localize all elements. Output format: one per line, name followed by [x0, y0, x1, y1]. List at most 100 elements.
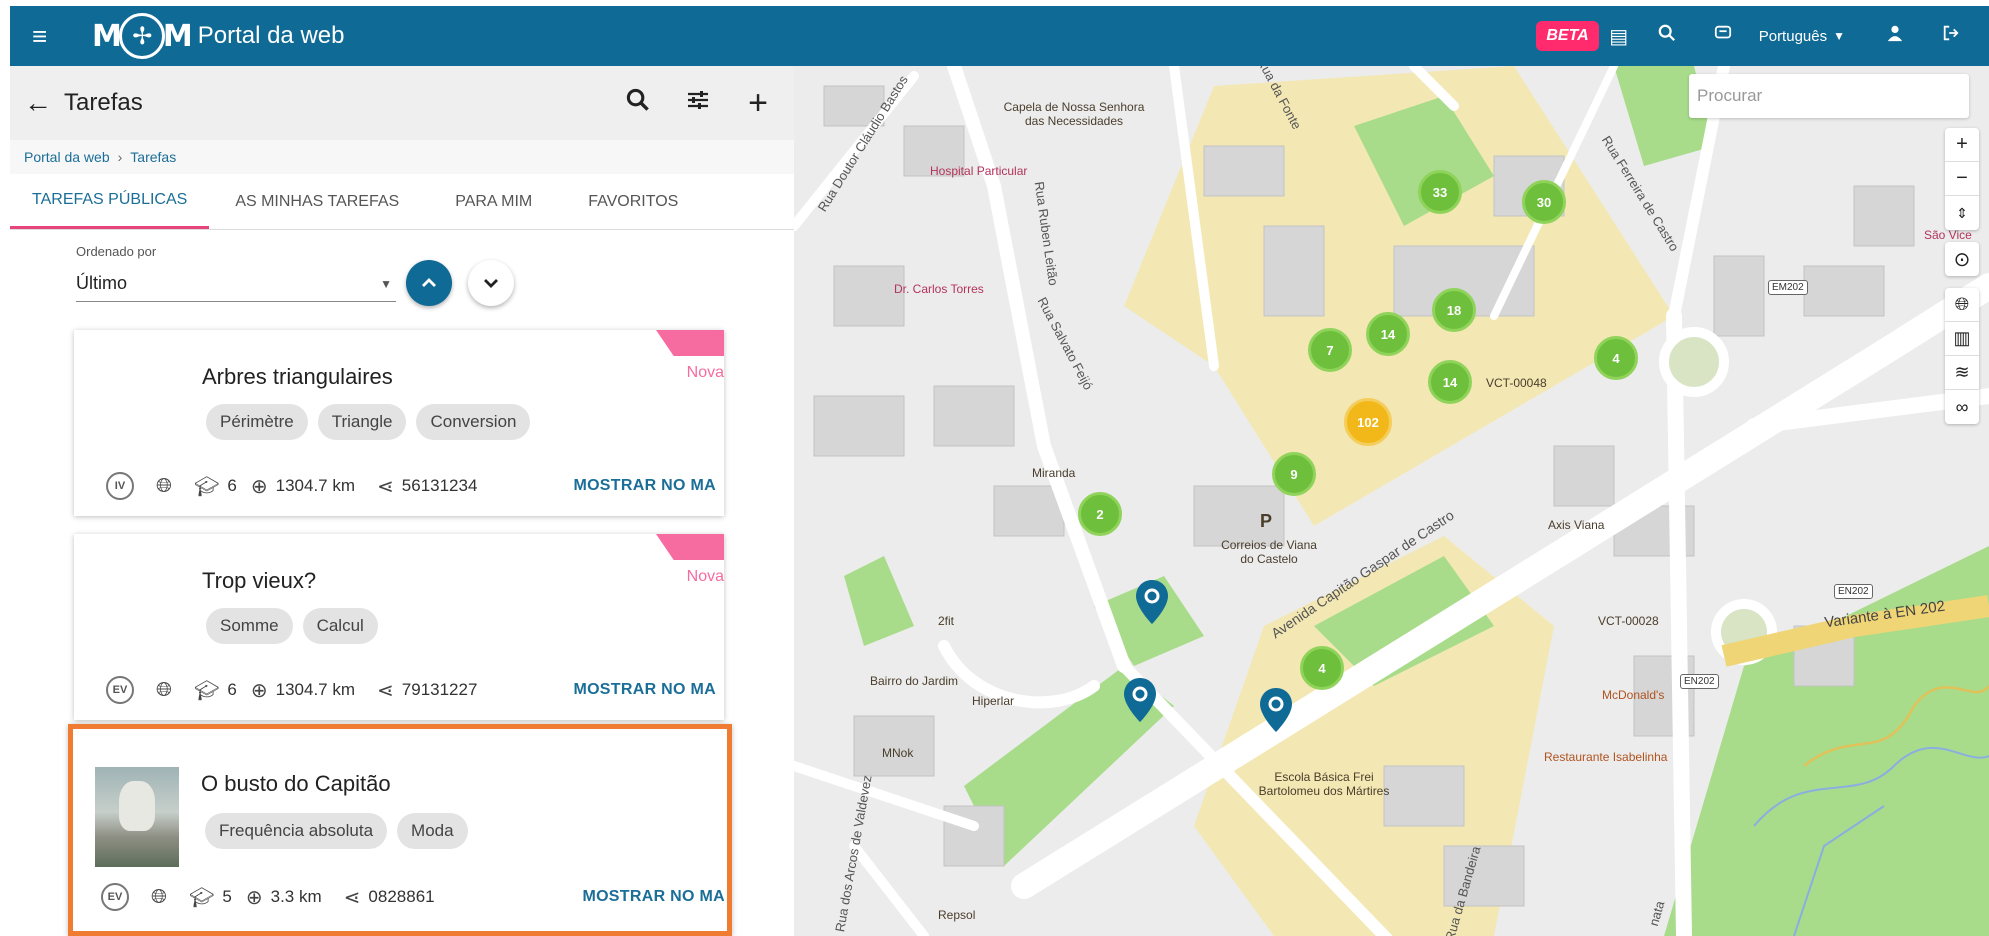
language-selector[interactable]: Português — [1759, 28, 1827, 45]
graduation-cap-icon: 🎓︎ — [189, 886, 215, 909]
vct28-label: VCT-00028 — [1598, 614, 1659, 628]
task-tag: Moda — [397, 813, 468, 849]
top-bar: ≡ M ✢ M Portal da web BETA ▤ Português ▼ — [10, 6, 1989, 66]
repsol-label: Repsol — [938, 908, 976, 922]
tab-public-tasks[interactable]: TAREFAS PÚBLICAS — [10, 174, 210, 229]
user-icon[interactable] — [1867, 24, 1923, 48]
sort-ascending-button[interactable] — [406, 260, 452, 306]
sort-select[interactable]: Último ▼ — [76, 266, 396, 302]
task-panel: ← Tarefas + Portal da web › Tarefas TARE… — [10, 66, 794, 936]
globe-icon: 🌐︎ — [156, 678, 172, 701]
tab-favorites[interactable]: FAVORITOS — [554, 174, 700, 229]
task-cluster[interactable]: 4 — [1300, 646, 1344, 690]
task-cluster[interactable]: 33 — [1418, 170, 1462, 214]
tab-for-me[interactable]: PARA MIM — [421, 174, 554, 229]
share-icon: ⋖ — [377, 475, 394, 498]
filter-icon[interactable] — [668, 88, 728, 119]
level-badge: EV — [106, 676, 134, 704]
task-cluster[interactable]: 9 — [1272, 452, 1316, 496]
logo-mark: M ✢ M — [92, 13, 193, 59]
layers-icon[interactable]: ≋ — [1945, 356, 1979, 390]
target-icon: ⊕ — [245, 886, 263, 909]
grade-value: 5 — [222, 887, 232, 906]
hospital-label: Hospital Particular — [930, 164, 1028, 178]
tab-my-tasks[interactable]: AS MINHAS TAREFAS — [209, 174, 421, 229]
map-search-input[interactable] — [1689, 74, 1969, 118]
globe-icon: 🌐︎ — [156, 474, 172, 497]
zoom-out-button[interactable]: − — [1945, 162, 1979, 196]
logo-letter-right: M — [162, 18, 193, 54]
breadcrumb-link-portal[interactable]: Portal da web — [24, 149, 110, 165]
map-tools: 🌐︎ ▥ ≋ ∞ — [1945, 288, 1979, 424]
task-meta: EV 🌐︎ 🎓︎ 5 ⊕ 3.3 km ⋖ 0828861 MOSTRAR NO… — [101, 883, 725, 911]
sort-label: Ordenado por — [76, 244, 157, 259]
breadcrumb-link-tarefas[interactable]: Tarefas — [130, 149, 176, 165]
task-cluster[interactable]: 14 — [1428, 360, 1472, 404]
chevron-down-icon[interactable]: ▼ — [1833, 29, 1845, 43]
axis-label: Axis Viana — [1548, 518, 1605, 532]
app-title: Portal da web — [197, 22, 345, 49]
show-on-map-button[interactable]: MOSTRAR NO MA — [573, 681, 716, 699]
task-tag: Triangle — [317, 404, 407, 440]
back-arrow-icon[interactable]: ← — [24, 87, 64, 119]
add-icon[interactable]: + — [728, 84, 788, 123]
task-tags: Frequência absoluta Moda — [205, 813, 468, 849]
task-meta: IV 🌐︎ 🎓︎ 6 ⊕ 1304.7 km ⋖ 56131234 MOSTRA… — [106, 472, 716, 500]
task-tag: Frequência absoluta — [205, 813, 388, 849]
target-icon: ⊕ — [250, 475, 268, 498]
task-code: 0828861 — [368, 887, 435, 906]
task-cluster[interactable]: 7 — [1308, 328, 1352, 372]
zoom-in-button[interactable]: + — [1945, 128, 1979, 162]
map-pin-icon[interactable] — [1258, 686, 1294, 734]
document-icon[interactable]: ▤ — [1599, 24, 1639, 49]
task-cluster[interactable]: 2 — [1078, 492, 1122, 536]
task-tag: Calcul — [302, 608, 378, 644]
vct48-label: VCT-00048 — [1486, 376, 1547, 390]
map-view[interactable]: Capela de Nossa Senhora das Necessidades… — [794, 66, 1989, 936]
show-on-map-button[interactable]: MOSTRAR NO MA — [573, 477, 716, 495]
map-pin-icon[interactable] — [1134, 578, 1170, 626]
task-cluster[interactable]: 30 — [1522, 180, 1566, 224]
level-badge: EV — [101, 883, 129, 911]
logout-icon[interactable] — [1923, 24, 1979, 48]
task-title: Trop vieux? — [202, 568, 317, 593]
compass-icon: ✢ — [118, 13, 165, 59]
locate-control: ⊙ — [1945, 242, 1979, 276]
search-icon[interactable] — [1639, 24, 1695, 48]
chat-icon[interactable] — [1695, 24, 1751, 48]
task-tags: Somme Calcul — [206, 608, 378, 644]
locate-icon[interactable]: ⊙ — [1945, 242, 1979, 276]
task-card[interactable]: Nova Trop vieux? Somme Calcul EV 🌐︎ 🎓︎ 6… — [74, 534, 724, 720]
show-on-map-button[interactable]: MOSTRAR NO MA — [582, 888, 725, 906]
task-cluster[interactable]: 14 — [1366, 312, 1410, 356]
target-icon: ⊕ — [250, 679, 268, 702]
task-cluster[interactable]: 18 — [1432, 288, 1476, 332]
logo-letter-left: M — [92, 18, 122, 54]
task-card-selected[interactable]: O busto do Capitão Frequência absoluta M… — [68, 724, 732, 936]
fit-label: 2fit — [938, 614, 955, 628]
panel-header: ← Tarefas + — [10, 66, 794, 140]
sort-descending-button[interactable] — [468, 260, 514, 306]
graduation-cap-icon: 🎓︎ — [194, 475, 220, 498]
road-shield: EN202 — [1680, 674, 1719, 689]
task-title: Arbres triangulaires — [202, 364, 393, 389]
menu-icon[interactable]: ≡ — [32, 23, 72, 49]
parking-icon: P — [1260, 511, 1273, 531]
correios-label: Correios de Viana do Castelo — [1221, 538, 1317, 566]
link-icon[interactable]: ∞ — [1945, 390, 1979, 424]
compass-icon[interactable]: ⇕ — [1945, 196, 1979, 230]
new-ribbon — [656, 534, 724, 560]
task-card[interactable]: Nova Arbres triangulaires Périmètre Tria… — [74, 330, 724, 516]
building-icon[interactable]: ▥ — [1945, 322, 1979, 356]
app-logo[interactable]: M ✢ M Portal da web — [92, 13, 344, 59]
task-cluster[interactable]: 4 — [1594, 336, 1638, 380]
miranda-label: Miranda — [1032, 466, 1076, 480]
beta-badge: BETA — [1536, 21, 1599, 51]
task-tags: Périmètre Triangle Conversion — [206, 404, 531, 440]
map-pin-icon[interactable] — [1122, 676, 1158, 724]
search-icon[interactable] — [608, 88, 668, 119]
task-cluster[interactable]: 102 — [1344, 398, 1392, 446]
globe-icon[interactable]: 🌐︎ — [1945, 288, 1979, 322]
road-shield: EM202 — [1768, 280, 1808, 295]
distance-value: 3.3 km — [270, 887, 322, 906]
